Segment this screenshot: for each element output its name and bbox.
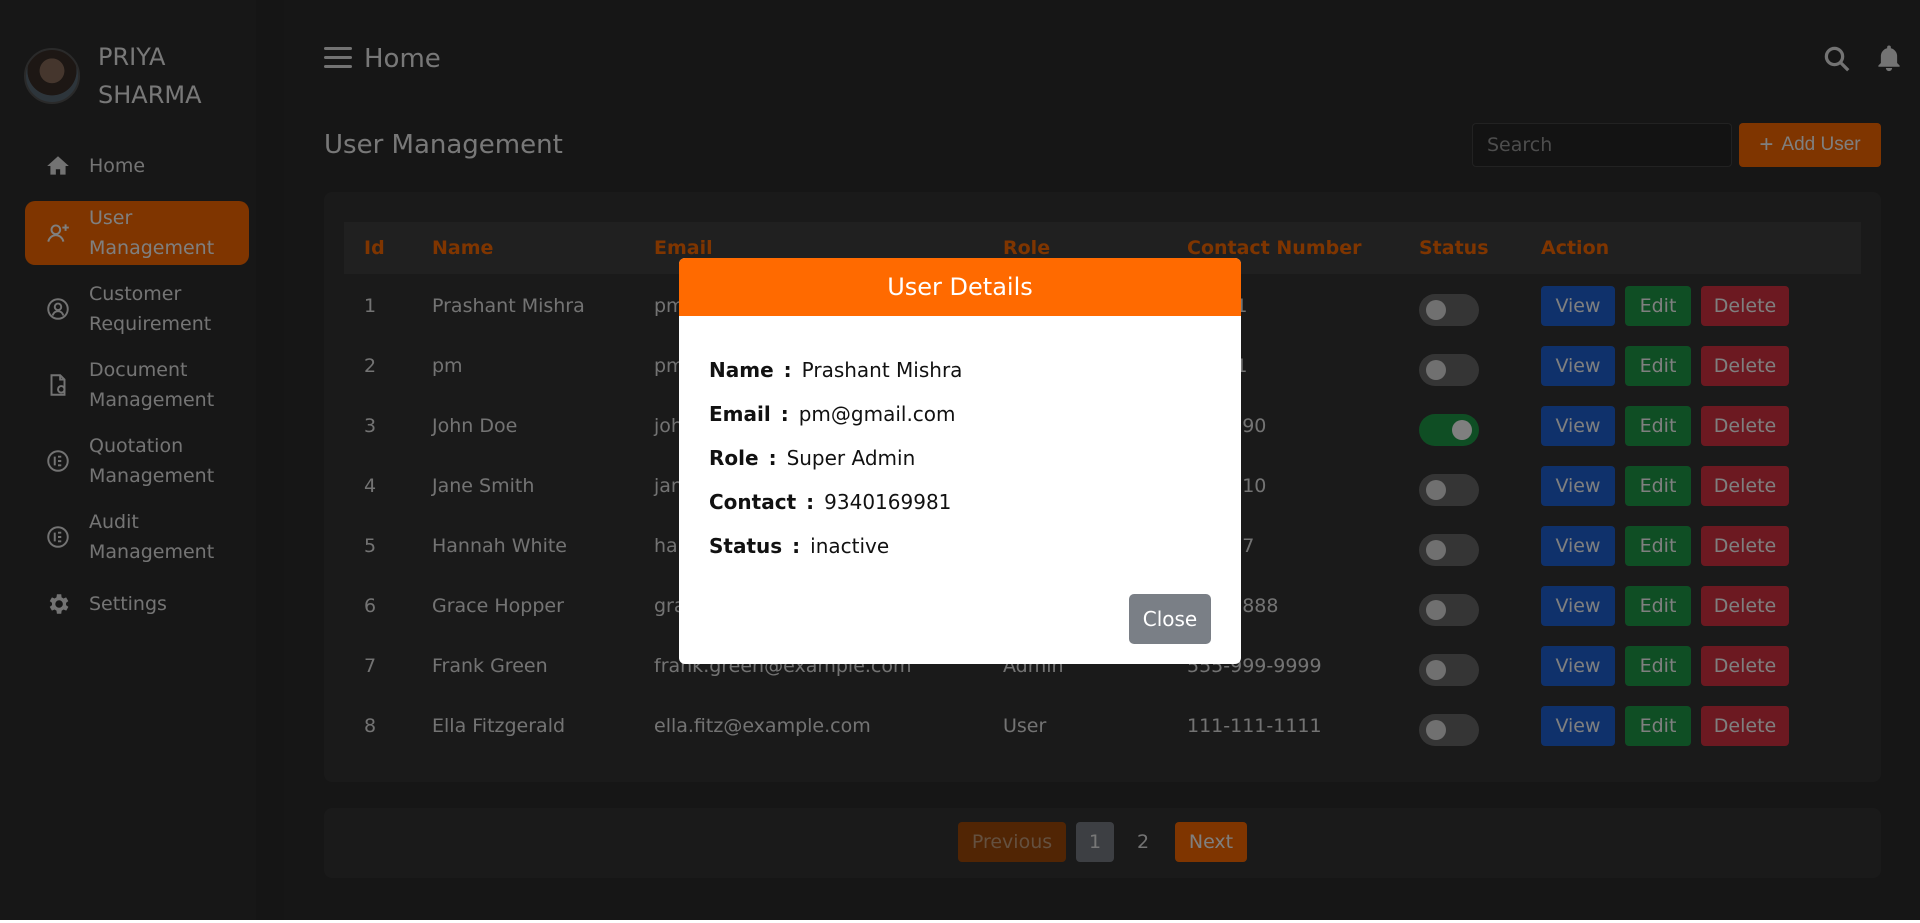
detail-separator: :: [780, 402, 789, 426]
detail-contact: Contact:9340169981: [709, 480, 1211, 524]
detail-separator: :: [792, 534, 801, 558]
detail-name: Name: Prashant Mishra: [709, 348, 1211, 392]
detail-label: Name: [709, 358, 774, 382]
detail-role: Role: Super Admin: [709, 436, 1211, 480]
detail-status: Status: inactive: [709, 524, 1211, 568]
user-details-modal: User Details Name: Prashant Mishra Email: p…: [679, 258, 1241, 664]
detail-separator: :: [806, 490, 815, 514]
detail-separator: :: [783, 358, 792, 382]
detail-value: 9340169981: [824, 490, 952, 514]
detail-label: Email: [709, 402, 771, 426]
detail-label: Contact: [709, 490, 797, 514]
detail-value: inactive: [810, 534, 890, 558]
detail-email: Email: pm@gmail.com: [709, 392, 1211, 436]
detail-label: Status: [709, 534, 783, 558]
modal-title: User Details: [679, 258, 1241, 316]
detail-label: Role: [709, 446, 759, 470]
close-button[interactable]: Close: [1129, 594, 1211, 644]
detail-value: pm@gmail.com: [798, 402, 956, 426]
modal-body: Name: Prashant Mishra Email: pm@gmail.com Ro…: [679, 316, 1241, 568]
detail-value: Prashant Mishra: [801, 358, 963, 382]
detail-separator: :: [768, 446, 777, 470]
detail-value: Super Admin: [786, 446, 916, 470]
